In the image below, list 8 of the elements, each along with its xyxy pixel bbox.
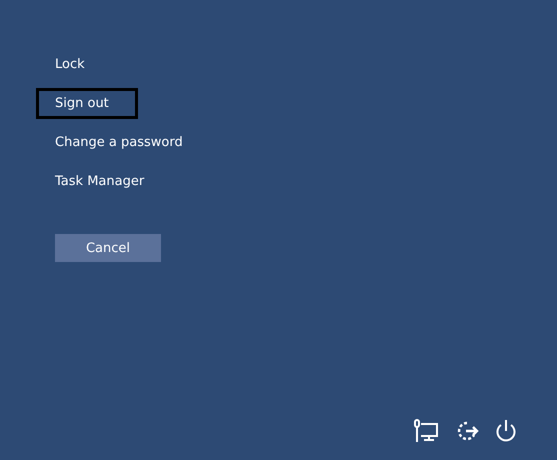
accessibility-icon[interactable] — [455, 419, 479, 443]
cancel-button[interactable]: Cancel — [55, 234, 161, 262]
menu-option[interactable]: Change a password — [36, 127, 212, 158]
menu-option[interactable]: Sign out — [36, 88, 138, 119]
power-icon[interactable] — [495, 419, 517, 443]
menu-option[interactable]: Lock — [36, 49, 114, 80]
menu-option[interactable]: Task Manager — [36, 166, 174, 197]
network-icon[interactable] — [413, 419, 439, 443]
